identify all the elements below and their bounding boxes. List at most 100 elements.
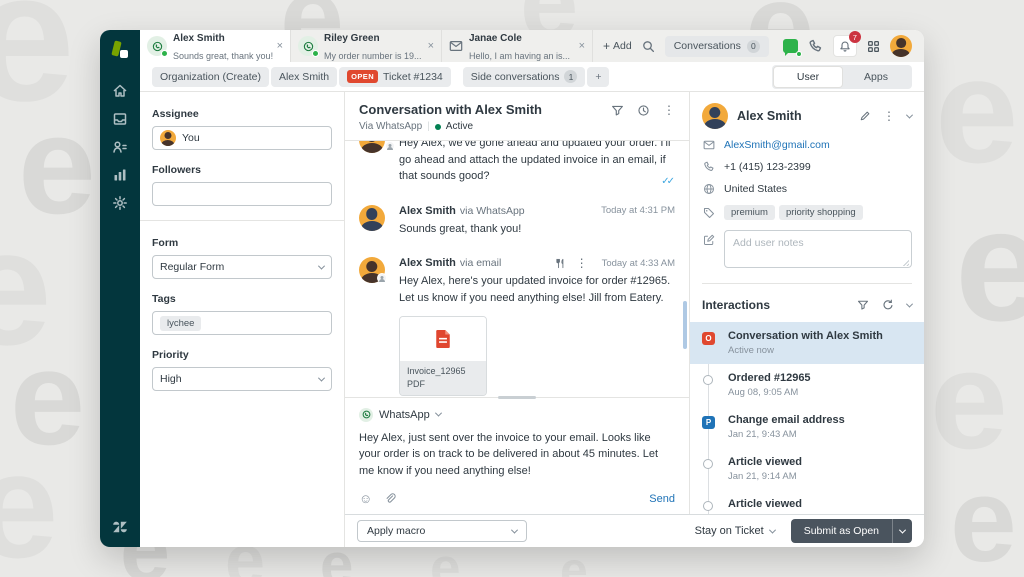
notifications-bell-icon[interactable]: 7 — [833, 35, 857, 57]
user-avatar[interactable] — [890, 35, 912, 57]
reply-input[interactable]: Hey Alex, just sent over the invoice to … — [359, 430, 675, 480]
tab-contact-name: Alex Smith — [173, 33, 225, 44]
assignee-field[interactable]: You — [152, 126, 332, 150]
add-side-conversation-button[interactable]: + — [587, 67, 609, 87]
event-circle-icon — [703, 459, 713, 469]
side-conversations-count-badge: 1 — [564, 70, 577, 83]
search-icon[interactable] — [642, 40, 655, 53]
submit-options-button[interactable] — [892, 519, 912, 543]
send-button[interactable]: Send — [649, 493, 675, 505]
breadcrumb-ticket[interactable]: OPEN Ticket #1234 — [339, 67, 451, 87]
admin-gear-icon[interactable] — [106, 190, 134, 216]
tab-user[interactable]: User — [774, 67, 842, 87]
email-channel-icon — [449, 40, 463, 52]
interactions-timeline: O Conversation with Alex Smith Active no… — [690, 322, 924, 514]
ticket-tab-alex-smith[interactable]: Alex Smith Sounds great, thank you! × — [140, 30, 291, 62]
agent-badge-icon — [377, 273, 387, 283]
channel-selector[interactable]: WhatsApp — [359, 408, 675, 422]
form-label: Form — [152, 237, 332, 249]
conversation-status: Active — [446, 121, 473, 132]
chat-icon[interactable] — [783, 39, 798, 53]
add-tab-button[interactable]: + Add — [603, 39, 632, 53]
whatsapp-channel-icon — [359, 408, 373, 422]
stay-on-ticket-select[interactable]: Stay on Ticket — [695, 525, 775, 537]
side-conversations-tab[interactable]: Side conversations 1 — [463, 67, 586, 87]
product-logo-icon[interactable] — [110, 40, 130, 60]
resize-handle[interactable] — [902, 259, 909, 266]
edit-pencil-icon[interactable] — [859, 110, 871, 122]
whatsapp-channel-icon — [147, 36, 167, 56]
views-icon[interactable] — [106, 106, 134, 132]
composer-drag-handle[interactable] — [498, 396, 536, 399]
submit-as-open-button[interactable]: Submit as Open — [791, 519, 892, 543]
close-tab-icon[interactable]: × — [277, 40, 283, 52]
customers-icon[interactable] — [106, 134, 134, 160]
timeline-item-order[interactable]: Ordered #12965 Aug 08, 9:05 AM — [690, 364, 924, 406]
context-panel: Alex Smith ⋮ AlexSmith@ — [690, 92, 924, 547]
event-circle-icon — [703, 375, 713, 385]
notes-icon — [702, 230, 715, 246]
presence-dot — [312, 50, 319, 57]
filter-icon[interactable] — [611, 104, 624, 117]
active-status-dot — [435, 124, 441, 130]
timeline-item-conversation[interactable]: O Conversation with Alex Smith Active no… — [690, 322, 924, 364]
interactions-header: Interactions — [690, 288, 924, 322]
conversation-panel: Conversation with Alex Smith Via WhatsAp… — [345, 92, 690, 547]
filter-icon[interactable] — [857, 299, 869, 311]
emoji-icon[interactable]: ☺ — [359, 492, 372, 505]
assignee-label: Assignee — [152, 108, 332, 120]
interactions-title: Interactions — [702, 298, 770, 312]
apply-macro-select[interactable]: Apply macro — [357, 520, 527, 542]
ticket-tab-riley-green[interactable]: Riley Green My order number is 19... × — [291, 30, 442, 62]
tab-contact-name: Janae Cole — [469, 33, 522, 44]
tab-apps[interactable]: Apps — [842, 67, 910, 87]
chevron-down-icon — [318, 262, 325, 269]
tab-contact-name: Riley Green — [324, 33, 380, 44]
priority-select[interactable]: High — [152, 367, 332, 391]
refresh-icon[interactable] — [882, 299, 894, 311]
followers-field[interactable] — [152, 182, 332, 206]
kebab-menu-icon[interactable]: ⋮ — [883, 110, 895, 122]
breadcrumb-organization[interactable]: Organization (Create) — [152, 67, 269, 87]
apps-grid-icon[interactable] — [867, 40, 880, 53]
agent-workspace-window: Alex Smith Sounds great, thank you! × Ri… — [100, 30, 924, 547]
kebab-menu-icon[interactable]: ⋮ — [663, 104, 675, 116]
kebab-menu-icon[interactable]: ⋮ — [576, 257, 588, 269]
timeline-item-article-viewed[interactable]: Article viewed Jan 21, 9:14 AM — [690, 448, 924, 490]
chevron-down-icon — [318, 374, 325, 381]
watermark-letter-e: e — [935, 35, 1018, 185]
reporting-icon[interactable] — [106, 162, 134, 188]
ticket-tab-bar: Alex Smith Sounds great, thank you! × Ri… — [140, 30, 924, 62]
contact-country: United States — [724, 183, 787, 195]
home-icon[interactable] — [106, 78, 134, 104]
ticket-tab-janae-cole[interactable]: Janae Cole Hello, I am having an is... × — [442, 30, 593, 62]
messages-scrollbar[interactable] — [683, 301, 687, 349]
notification-count-badge: 7 — [849, 31, 861, 43]
contact-email-link[interactable]: AlexSmith@gmail.com — [724, 139, 830, 151]
conversation-channel: Via WhatsApp — [359, 121, 422, 132]
tags-field[interactable]: lychee — [152, 311, 332, 335]
fields-divider — [140, 220, 344, 221]
watermark-letter-e: e — [950, 460, 1017, 577]
paperclip-icon[interactable] — [384, 492, 396, 505]
close-tab-icon[interactable]: × — [579, 40, 585, 52]
chevron-down-icon[interactable] — [906, 300, 913, 307]
user-tag-chip: premium — [724, 205, 775, 220]
utensils-icon[interactable] — [555, 258, 566, 269]
form-select[interactable]: Regular Form — [152, 255, 332, 279]
breadcrumb-requester[interactable]: Alex Smith — [271, 67, 337, 87]
phone-icon[interactable] — [808, 39, 823, 54]
attachment-type: PDF — [407, 378, 479, 391]
message-channel: via WhatsApp — [460, 205, 525, 217]
tag-chip[interactable]: lychee — [160, 316, 201, 331]
watermark-letter-e: e — [560, 545, 588, 577]
agent-badge-icon — [385, 141, 395, 151]
chevron-down-icon[interactable] — [906, 111, 913, 118]
close-tab-icon[interactable]: × — [428, 40, 434, 52]
pending-badge: P — [702, 416, 715, 429]
attachment-card[interactable]: Invoice_12965 PDF — [399, 316, 487, 396]
conversations-button[interactable]: Conversations 0 — [665, 36, 769, 57]
user-notes-input[interactable] — [724, 230, 912, 268]
history-icon[interactable] — [637, 104, 650, 117]
timeline-item-email-change[interactable]: P Change email address Jan 21, 9:43 AM — [690, 406, 924, 448]
